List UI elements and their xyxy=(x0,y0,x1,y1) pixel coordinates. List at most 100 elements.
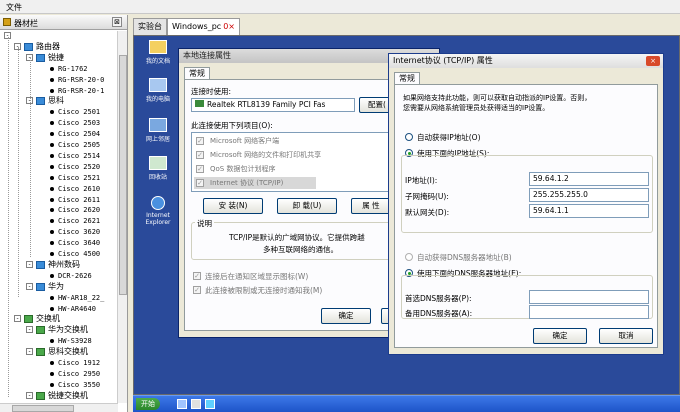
tree-leaf-device[interactable]: HW-AR4640 xyxy=(0,304,118,314)
tree-leaf-device[interactable]: Cisco 1912 xyxy=(0,358,118,368)
tree-leaf-device[interactable]: HW-S3928 xyxy=(0,336,118,346)
quicklaunch-ie-icon[interactable] xyxy=(177,399,187,409)
tree-item-label: Cisco 2610 xyxy=(58,184,101,193)
tab-close-icon[interactable]: 0× xyxy=(223,22,235,31)
tree-expander-icon[interactable]: - xyxy=(26,348,33,356)
tree-category[interactable]: - 思科交换机 xyxy=(0,347,118,357)
list-item[interactable]: ✓ QoS 数据包计划程序 xyxy=(194,163,374,175)
device-bullet-icon xyxy=(50,77,54,82)
auto-dns-radio[interactable] xyxy=(405,253,413,261)
taskbar: 开始 xyxy=(133,395,680,412)
tree-item-label: RG-RSR-20-0 xyxy=(58,75,105,84)
notify-checkbox[interactable]: ✓ xyxy=(193,286,201,294)
device-bullet-icon xyxy=(50,88,54,93)
tree-category[interactable]: - 华为交换机 xyxy=(0,325,118,335)
ok-button[interactable]: 确定 xyxy=(321,308,371,324)
gateway-label: 默认网关(D): xyxy=(405,208,450,217)
checkbox[interactable]: ✓ xyxy=(196,165,204,173)
checkbox[interactable]: ✓ xyxy=(196,151,204,159)
tree-item-label: Cisco 2620 xyxy=(58,206,101,215)
ok-button[interactable]: 确定 xyxy=(533,328,587,344)
adapter-field: Realtek RTL8139 Family PCI Fas xyxy=(191,98,355,112)
install-button[interactable]: 安 装(N) xyxy=(203,198,263,214)
scroll-thumb[interactable] xyxy=(12,405,74,412)
tree-item-label: DCR-2626 xyxy=(58,271,92,280)
tab-lab-bench[interactable]: 实验台 xyxy=(133,18,167,35)
properties-button[interactable]: 属 性 xyxy=(351,198,391,214)
gateway-input[interactable]: 59.64.1.1 xyxy=(529,204,649,218)
subnet-mask-input[interactable]: 255.255.255.0 xyxy=(529,188,649,202)
device-bullet-icon xyxy=(50,143,54,147)
tree-vertical-scrollbar[interactable] xyxy=(117,31,127,403)
device-bullet-icon xyxy=(50,175,54,180)
equipment-panel-title: 器材栏 xyxy=(14,19,38,28)
internet-explorer-shortcut[interactable]: Internet Explorer xyxy=(138,196,178,226)
tree-item-label: 华为交换机 xyxy=(48,325,88,335)
device-bullet-icon xyxy=(50,66,54,71)
scroll-thumb[interactable] xyxy=(119,55,127,295)
menu-file[interactable]: 文件 xyxy=(6,2,22,13)
network-places-shortcut[interactable]: 网上邻居 xyxy=(138,118,178,143)
quicklaunch-media-icon[interactable] xyxy=(205,399,215,409)
components-list[interactable]: ✓ Microsoft 网络客户端 ✓ Microsoft 网络的文件和打印机共享 … xyxy=(191,132,391,192)
checkbox[interactable]: ✓ xyxy=(196,179,204,187)
preferred-dns-input[interactable] xyxy=(529,290,649,304)
subnet-mask-label: 子网掩码(U): xyxy=(405,192,449,201)
tab-windows-pc[interactable]: Windows_pc 0× xyxy=(167,18,240,36)
list-item-selected[interactable]: ✓ Internet 协议 (TCP/IP) xyxy=(194,177,316,189)
checkbox[interactable]: ✓ xyxy=(196,137,204,145)
list-item-label: Microsoft 网络客户端 xyxy=(210,137,280,145)
toolbox-icon xyxy=(3,18,11,26)
device-bullet-icon xyxy=(50,361,54,365)
network-icon xyxy=(149,118,167,132)
tree-item-label: Cisco 2611 xyxy=(58,195,101,204)
tree-guide-line xyxy=(8,37,9,397)
tree-category[interactable]: - 锐捷交换机 xyxy=(0,391,118,401)
uninstall-button[interactable]: 卸 载(U) xyxy=(277,198,337,214)
items-label: 此连接使用下列项目(O): xyxy=(191,121,273,130)
intro-line-2: 您需要从网络系统管理员处获得适当的IP设置。 xyxy=(403,104,550,112)
tree-leaf-device[interactable]: Cisco 3550 xyxy=(0,380,118,390)
alternate-dns-input[interactable] xyxy=(529,305,649,319)
tree-item-label: 交换机 xyxy=(36,314,60,324)
router-icon xyxy=(36,282,45,291)
device-bullet-icon xyxy=(50,110,54,115)
description-line-1: TCP/IP是默认的广域网协议。它提供跨越 xyxy=(229,233,365,242)
list-item[interactable]: ✓ Microsoft 网络客户端 xyxy=(194,135,374,147)
cancel-button[interactable]: 取消 xyxy=(599,328,653,344)
folder-icon xyxy=(149,40,167,54)
tree-item-label: 思科 xyxy=(48,96,64,106)
start-button[interactable]: 开始 xyxy=(136,398,160,410)
list-item[interactable]: ✓ Microsoft 网络的文件和打印机共享 xyxy=(194,149,374,161)
ip-address-input[interactable]: 59.64.1.2 xyxy=(529,172,649,186)
tree-expander-icon[interactable]: - xyxy=(26,260,33,268)
device-bullet-icon xyxy=(50,208,54,213)
tree-item-label: Cisco 2950 xyxy=(58,369,101,378)
tree-expander-icon[interactable]: - xyxy=(14,315,21,323)
device-bullet-icon xyxy=(50,230,54,235)
router-icon xyxy=(36,97,45,106)
recycle-bin-shortcut[interactable]: 回收站 xyxy=(138,156,178,181)
device-bullet-icon xyxy=(50,219,54,224)
tree-category[interactable]: - xyxy=(0,31,118,41)
tree-expander-icon[interactable]: - xyxy=(26,326,33,334)
quicklaunch-desktop-icon[interactable] xyxy=(191,399,201,409)
show-icon-checkbox[interactable]: ✓ xyxy=(193,272,201,280)
tree-leaf-device[interactable]: Cisco 2950 xyxy=(0,369,118,379)
list-item-label: QoS 数据包计划程序 xyxy=(210,165,276,173)
tree-category[interactable]: - 交换机 xyxy=(0,314,118,324)
desktop-icon-label: 我的文档 xyxy=(145,58,170,65)
panel-close-icon[interactable]: ⊠ xyxy=(112,17,122,27)
my-documents-shortcut[interactable]: 我的文档 xyxy=(138,40,178,65)
close-icon[interactable]: × xyxy=(646,56,660,66)
tree-expander-icon[interactable]: - xyxy=(26,282,33,290)
tree-expander-icon[interactable]: - xyxy=(26,391,33,399)
my-computer-shortcut[interactable]: 我的电脑 xyxy=(138,78,178,103)
switch-icon xyxy=(36,391,45,400)
tree-horizontal-scrollbar[interactable] xyxy=(0,403,118,412)
recycle-bin-icon xyxy=(149,156,167,170)
show-icon-label: 连接后在通知区域显示图标(W) xyxy=(205,272,309,281)
tab-label: 实验台 xyxy=(138,22,162,31)
auto-ip-radio[interactable] xyxy=(405,133,413,141)
device-bullet-icon xyxy=(50,241,54,246)
